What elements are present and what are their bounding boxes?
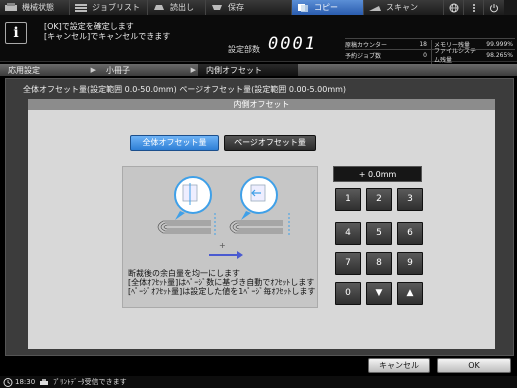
- key-5[interactable]: 5: [366, 222, 392, 245]
- original-counter-label: 原稿カウンター: [345, 41, 388, 49]
- breadcrumb-item-booklet[interactable]: 小冊子 ▶: [98, 64, 198, 76]
- description-line: 断裁後の余白量を均一にします: [128, 269, 240, 278]
- top-tab-bar: 機械状態 ジョブリスト 読出し 保存 コピー スキャン: [0, 0, 517, 15]
- message-line: [OK]で設定を確定します: [44, 22, 134, 31]
- save-icon: [212, 5, 222, 10]
- reserved-job-value: 0: [423, 51, 427, 59]
- tab-label: コピー: [314, 3, 338, 12]
- key-6[interactable]: 6: [397, 222, 423, 245]
- plus-sign: +: [219, 241, 226, 250]
- offset-value-display: + 0.0mm: [333, 166, 422, 182]
- increase-button[interactable]: ▲: [397, 282, 423, 305]
- key-3[interactable]: 3: [397, 188, 423, 211]
- total-offset-button[interactable]: 全体オフセット量: [130, 135, 219, 151]
- info-icon: i: [5, 22, 27, 44]
- globe-button[interactable]: [444, 0, 464, 15]
- ok-button[interactable]: OK: [437, 358, 511, 373]
- booklet-diagram: [157, 176, 290, 259]
- copies-label: 設定部数: [228, 45, 260, 54]
- tab-job-list[interactable]: ジョブリスト: [70, 0, 148, 15]
- tab-label: 保存: [228, 3, 244, 12]
- filesystem-value: 98.265%: [486, 51, 513, 59]
- cancel-button[interactable]: キャンセル: [368, 358, 430, 373]
- message-line: [キャンセル]でキャンセルできます: [44, 32, 171, 41]
- description-text: 断裁後の余白量を均一にします [全体ｵﾌｾｯﾄ量]はﾍﾟｰｼﾞ数に基づき自動でｵ…: [128, 269, 315, 296]
- panel-title: 内側オフセット: [28, 99, 495, 110]
- breadcrumb-label: 応用設定: [8, 65, 40, 75]
- key-7[interactable]: 7: [335, 252, 361, 275]
- recall-icon: [154, 5, 164, 10]
- footer-status: ﾌﾟﾘﾝﾄﾃﾞｰﾀ受信できます: [53, 378, 127, 386]
- copy-icon: [298, 4, 308, 12]
- breadcrumb-label: 内側オフセット: [206, 65, 262, 75]
- menu-button[interactable]: [464, 0, 484, 15]
- filesystem-label: ファイルシステム残量: [431, 46, 481, 64]
- key-1[interactable]: 1: [335, 188, 361, 211]
- tab-label: スキャン: [386, 3, 418, 12]
- description-line: [全体ｵﾌｾｯﾄ量]はﾍﾟｰｼﾞ数に基づき自動でｵﾌｾｯﾄします: [128, 278, 315, 287]
- tab-label: 機械状態: [22, 3, 54, 12]
- printer-icon: [40, 378, 49, 385]
- footer-time: 18:30: [15, 378, 36, 386]
- tab-copy[interactable]: コピー: [292, 0, 364, 15]
- clock-icon: [3, 377, 13, 387]
- tab-scan[interactable]: スキャン: [364, 0, 444, 15]
- tab-machine-status[interactable]: 機械状態: [0, 0, 70, 15]
- reserved-job-label: 予約ジョブ数: [345, 52, 382, 60]
- machine-status-icon: [5, 3, 17, 11]
- breadcrumb-label: 小冊子: [106, 65, 130, 75]
- breadcrumb-item-inner-offset: 内側オフセット: [198, 64, 298, 76]
- breadcrumb: 応用設定 ▶ 小冊子 ▶ 内側オフセット: [0, 64, 517, 76]
- range-text: 全体オフセット量(設定範囲 0.0-50.0mm) ページオフセット量(設定範囲…: [23, 85, 347, 94]
- scan-icon: [369, 6, 381, 11]
- copies-value: 0001: [268, 34, 317, 54]
- globe-icon: [449, 3, 458, 12]
- job-list-icon: [75, 4, 87, 12]
- breadcrumb-item-advanced[interactable]: 応用設定 ▶: [0, 64, 98, 76]
- tab-label: 読出し: [170, 3, 194, 12]
- power-icon: [490, 3, 498, 12]
- description-line: [ﾍﾟｰｼﾞｵﾌｾｯﾄ量]は設定した値を1ﾍﾟｰｼﾞ毎ｵﾌｾｯﾄします: [128, 287, 316, 296]
- chevron-right-icon: ▶: [190, 66, 196, 74]
- key-0[interactable]: 0: [335, 282, 361, 305]
- original-counter-value: 18: [419, 40, 427, 48]
- status-panel: 原稿カウンター 18 メモリー残量 99.999% 予約ジョブ数 0 ファイルシ…: [345, 38, 515, 64]
- page-offset-button[interactable]: ページオフセット量: [224, 135, 316, 151]
- key-8[interactable]: 8: [366, 252, 392, 275]
- chevron-right-icon: ▶: [90, 66, 96, 74]
- tab-recall[interactable]: 読出し: [148, 0, 206, 15]
- tab-save[interactable]: 保存: [206, 0, 292, 15]
- guidance-message: [OK]で設定を確定します [キャンセル]でキャンセルできます: [44, 22, 170, 42]
- footer-status-bar: 18:30 ﾌﾟﾘﾝﾄﾃﾞｰﾀ受信できます: [0, 376, 517, 388]
- key-9[interactable]: 9: [397, 252, 423, 275]
- decrease-button[interactable]: ▼: [366, 282, 392, 305]
- key-2[interactable]: 2: [366, 188, 392, 211]
- tab-label: ジョブリスト: [92, 3, 140, 12]
- more-vertical-icon: [472, 3, 475, 12]
- power-button[interactable]: [484, 0, 504, 15]
- key-4[interactable]: 4: [335, 222, 361, 245]
